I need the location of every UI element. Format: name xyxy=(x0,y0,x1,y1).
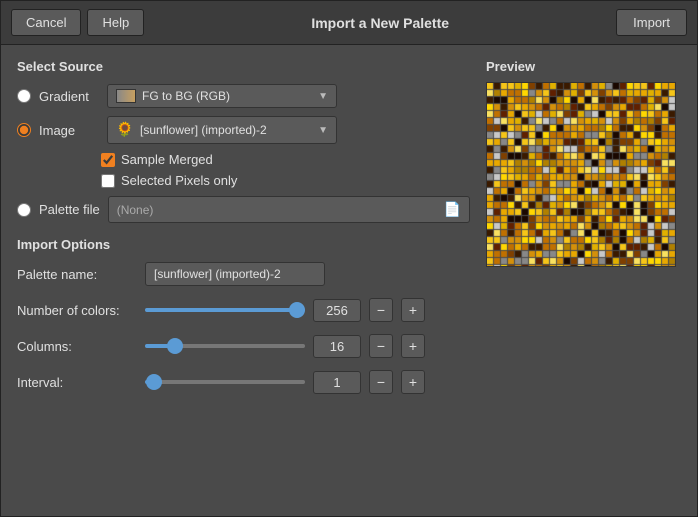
gradient-swatch xyxy=(116,89,136,103)
image-row: Image 🌻 [sunflower] (imported)-2 ▼ xyxy=(17,116,470,144)
image-dropdown[interactable]: 🌻 [sunflower] (imported)-2 ▼ xyxy=(107,116,337,144)
image-label: Image xyxy=(39,123,99,138)
interval-slider[interactable] xyxy=(145,380,305,384)
columns-value: 16 xyxy=(313,335,361,358)
dialog-title: Import a New Palette xyxy=(152,15,608,31)
interval-row: Interval: 1 − + xyxy=(17,370,470,394)
preview-label: Preview xyxy=(486,59,681,74)
dialog-body: Select Source Gradient FG to BG (RGB) ▼ … xyxy=(1,45,697,516)
num-colors-slider[interactable] xyxy=(145,308,305,312)
import-options-label: Import Options xyxy=(17,237,470,252)
num-colors-label: Number of colors: xyxy=(17,303,137,318)
import-options: Import Options Palette name: Number of c… xyxy=(17,237,470,394)
selected-pixels-label: Selected Pixels only xyxy=(121,173,237,188)
sunflower-icon: 🌻 xyxy=(116,121,134,139)
file-icon: 📄 xyxy=(444,201,461,218)
source-section-label: Select Source xyxy=(17,59,470,74)
palette-name-row: Palette name: xyxy=(17,262,470,286)
gradient-row: Gradient FG to BG (RGB) ▼ xyxy=(17,84,470,108)
columns-decrease[interactable]: − xyxy=(369,334,393,358)
palette-file-radio[interactable] xyxy=(17,203,31,217)
left-panel: Select Source Gradient FG to BG (RGB) ▼ … xyxy=(17,59,470,502)
interval-value: 1 xyxy=(313,371,361,394)
selected-pixels-row: Selected Pixels only xyxy=(101,173,470,188)
cancel-button[interactable]: Cancel xyxy=(11,9,81,36)
num-colors-decrease[interactable]: − xyxy=(369,298,393,322)
preview-panel: Preview xyxy=(486,59,681,502)
num-colors-value: 256 xyxy=(313,299,361,322)
palette-file-input[interactable]: (None) 📄 xyxy=(108,196,470,223)
title-bar-buttons: Cancel Help xyxy=(11,9,144,36)
gradient-radio[interactable] xyxy=(17,89,31,103)
gradient-value: FG to BG (RGB) xyxy=(142,89,230,103)
sample-merged-checkbox[interactable] xyxy=(101,153,115,167)
image-sub-options: Sample Merged Selected Pixels only xyxy=(101,152,470,188)
image-radio[interactable] xyxy=(17,123,31,137)
columns-row: Columns: 16 − + xyxy=(17,334,470,358)
title-bar: Cancel Help Import a New Palette Import xyxy=(1,1,697,45)
num-colors-increase[interactable]: + xyxy=(401,298,425,322)
num-colors-row: Number of colors: 256 − + xyxy=(17,298,470,322)
columns-slider[interactable] xyxy=(145,344,305,348)
palette-file-placeholder: (None) xyxy=(117,203,154,217)
interval-decrease[interactable]: − xyxy=(369,370,393,394)
interval-label: Interval: xyxy=(17,375,137,390)
source-section: Select Source Gradient FG to BG (RGB) ▼ … xyxy=(17,59,470,223)
gradient-label: Gradient xyxy=(39,89,99,104)
sample-merged-row: Sample Merged xyxy=(101,152,470,167)
image-value: [sunflower] (imported)-2 xyxy=(140,123,267,137)
columns-label: Columns: xyxy=(17,339,137,354)
import-button[interactable]: Import xyxy=(616,9,687,36)
palette-name-input[interactable] xyxy=(145,262,325,286)
palette-file-label: Palette file xyxy=(39,202,100,217)
preview-image xyxy=(486,82,676,267)
palette-name-label: Palette name: xyxy=(17,267,137,282)
palette-file-row: Palette file (None) 📄 xyxy=(17,196,470,223)
image-dropdown-arrow: ▼ xyxy=(318,125,328,136)
help-button[interactable]: Help xyxy=(87,9,144,36)
gradient-dropdown[interactable]: FG to BG (RGB) ▼ xyxy=(107,84,337,108)
sample-merged-label: Sample Merged xyxy=(121,152,213,167)
gradient-dropdown-arrow: ▼ xyxy=(318,91,328,102)
interval-increase[interactable]: + xyxy=(401,370,425,394)
preview-canvas xyxy=(487,83,676,267)
columns-increase[interactable]: + xyxy=(401,334,425,358)
selected-pixels-checkbox[interactable] xyxy=(101,174,115,188)
